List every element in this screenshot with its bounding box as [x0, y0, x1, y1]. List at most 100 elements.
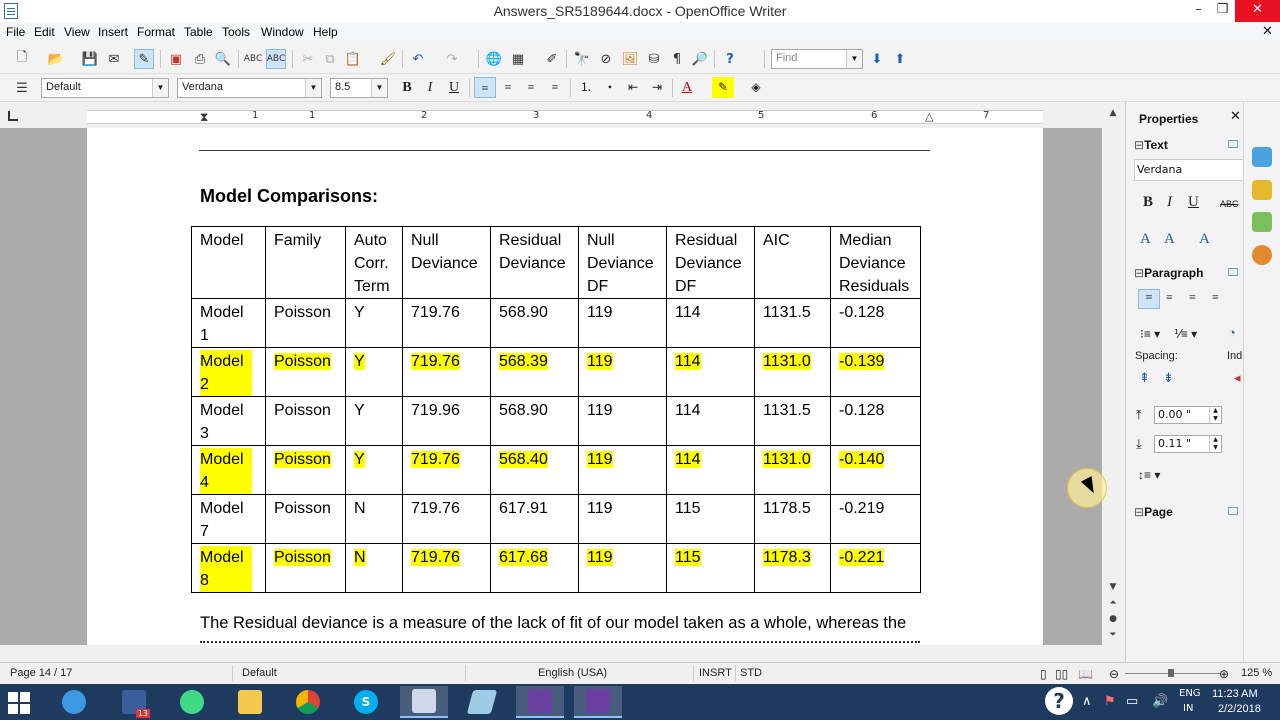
formatting-marks-icon[interactable]: ¶ [667, 49, 687, 69]
more-options-icon[interactable] [1228, 140, 1238, 148]
notes-app-icon[interactable] [458, 686, 506, 718]
background-color-icon[interactable]: ◈ [745, 77, 767, 98]
table-cell[interactable]: Model 4 [191, 445, 266, 495]
find-previous-icon[interactable]: ⬆ [890, 49, 910, 69]
bullets-icon[interactable]: • [599, 77, 621, 98]
book-view-icon[interactable]: 📖 [1078, 667, 1093, 681]
table-header-cell[interactable]: Median Deviance Residuals [830, 226, 921, 299]
table-cell[interactable]: N [345, 494, 403, 544]
grow-font-icon[interactable]: A [1140, 231, 1151, 248]
shrink-font-icon[interactable]: A [1164, 231, 1175, 248]
skype-icon[interactable]: S [342, 686, 390, 718]
styles-deck-icon[interactable] [1252, 180, 1272, 200]
table-cell[interactable]: Model 8 [191, 543, 266, 593]
internet-explorer-icon[interactable] [50, 686, 98, 718]
autospellcheck-icon[interactable]: ABC [266, 49, 286, 69]
table-cell[interactable]: 1131.5 [754, 396, 831, 446]
hyperlink-icon[interactable]: 🌐 [484, 49, 504, 69]
open-folder-icon[interactable]: 📂 [46, 49, 66, 69]
zoom-out-icon[interactable]: ⊖ [1109, 667, 1119, 681]
table-cell[interactable]: 617.68 [490, 543, 579, 593]
menu-view[interactable]: View [64, 25, 90, 39]
table-cell[interactable]: 568.90 [490, 396, 579, 446]
new-document-icon[interactable]: 🗋 [12, 49, 32, 69]
table-cell[interactable]: -0.219 [830, 494, 921, 544]
right-indent-marker-icon[interactable]: △ [925, 110, 933, 123]
table-header-cell[interactable]: Null Deviance DF [578, 226, 667, 299]
menu-table[interactable]: Table [184, 25, 213, 39]
table-header-cell[interactable]: Auto Corr. Term [345, 226, 403, 299]
clock-date[interactable]: 2/2/2018 [1218, 703, 1261, 715]
table-cell[interactable]: Y [345, 396, 403, 446]
input-region[interactable]: IN [1183, 703, 1193, 714]
openoffice-writer-taskbar-icon[interactable] [400, 686, 448, 718]
paste-icon[interactable]: 📋 [343, 49, 363, 69]
print-icon[interactable]: ⎙ [190, 49, 210, 69]
justify-button[interactable]: ≡ [544, 77, 566, 98]
clock-time[interactable]: 11:23 AM [1212, 688, 1258, 700]
numbering-icon[interactable]: ⒈ [575, 77, 597, 98]
selection-mode-indicator[interactable]: STD [740, 667, 762, 679]
table-cell[interactable]: -0.140 [830, 445, 921, 495]
edit-file-icon[interactable]: ✎ [134, 49, 154, 69]
undo-icon[interactable]: ↶ [408, 49, 428, 69]
align-center-button[interactable]: ≡ [497, 77, 519, 98]
redo-icon[interactable]: ↷ [442, 49, 462, 69]
spellcheck-icon[interactable]: ABC [243, 49, 263, 69]
close-document-icon[interactable]: ✕ [1262, 24, 1273, 39]
table-cell[interactable]: 719.76 [402, 445, 491, 495]
table-cell[interactable]: -0.139 [830, 347, 921, 397]
table-cell[interactable]: -0.128 [830, 298, 921, 348]
battery-icon[interactable]: ▭ [1126, 694, 1138, 709]
menu-window[interactable]: Window [261, 25, 304, 39]
table-icon[interactable]: ▦ [508, 49, 528, 69]
align-left-button[interactable]: ≡ [474, 77, 496, 98]
table-cell[interactable]: -0.221 [830, 543, 921, 593]
body-paragraph[interactable]: The Residual deviance is a measure of th… [200, 614, 940, 633]
sidebar-numbering-icon[interactable]: ⅟≡ ▾ [1174, 327, 1197, 341]
menu-file[interactable]: File [6, 25, 25, 39]
chevron-down-icon[interactable]: ▼ [846, 50, 862, 68]
styles-formatting-icon[interactable]: ☰ [12, 78, 32, 98]
table-header-cell[interactable]: Family [265, 226, 346, 299]
cut-icon[interactable]: ✂ [298, 49, 318, 69]
help-icon[interactable]: ? [720, 49, 740, 69]
table-cell[interactable]: 1178.5 [754, 494, 831, 544]
table-cell[interactable]: Y [345, 445, 403, 495]
table-cell[interactable]: 719.76 [402, 298, 491, 348]
menu-format[interactable]: Format [137, 25, 175, 39]
previous-page-icon[interactable]: ⏶ [1106, 598, 1120, 610]
chevron-down-icon[interactable]: ▼ [152, 79, 168, 97]
table-cell[interactable]: 568.90 [490, 298, 579, 348]
table-cell[interactable]: 119 [578, 494, 667, 544]
single-page-view-icon[interactable]: ▯ [1040, 667, 1047, 681]
page-indicator[interactable]: Page 14 / 17 [10, 667, 72, 679]
decrease-indent-icon[interactable]: ⇤ [622, 77, 644, 98]
table-cell[interactable]: Poisson [265, 347, 346, 397]
table-cell[interactable]: 115 [666, 543, 755, 593]
increase-spacing-icon[interactable]: ⇞ [1139, 370, 1150, 386]
properties-deck-icon[interactable] [1252, 147, 1272, 167]
spacing-above-input[interactable]: 0.00 " ▲ ▼ [1154, 406, 1222, 424]
table-cell[interactable]: 119 [578, 396, 667, 446]
table-cell[interactable]: 719.96 [402, 396, 491, 446]
teams-app-icon[interactable] [574, 686, 622, 718]
table-cell[interactable]: N [345, 543, 403, 593]
spin-arrows-icon[interactable]: ▲ ▼ [1209, 407, 1221, 423]
file-explorer-icon[interactable] [226, 686, 274, 718]
table-cell[interactable]: 119 [578, 298, 667, 348]
table-cell[interactable]: Model 7 [191, 494, 266, 544]
table-cell[interactable]: 114 [666, 396, 755, 446]
sidebar-font-name[interactable]: Verdana [1134, 159, 1244, 181]
calculator-icon[interactable]: 13 [110, 686, 158, 718]
sidebar-bold-button[interactable]: B [1143, 194, 1153, 211]
table-cell[interactable]: 119 [578, 347, 667, 397]
bold-button[interactable]: B [396, 77, 418, 98]
export-pdf-icon[interactable]: ▣ [166, 49, 186, 69]
scroll-down-icon[interactable]: ▼ [1106, 582, 1120, 594]
horizontal-ruler[interactable]: ⧗ 1 1 2 3 4 5 6 7 △ [87, 110, 1043, 124]
close-sidebar-icon[interactable]: ✕ [1230, 109, 1241, 124]
navigator-deck-icon[interactable] [1252, 245, 1272, 265]
table-header-cell[interactable]: AIC [754, 226, 831, 299]
table-cell[interactable]: 568.39 [490, 347, 579, 397]
